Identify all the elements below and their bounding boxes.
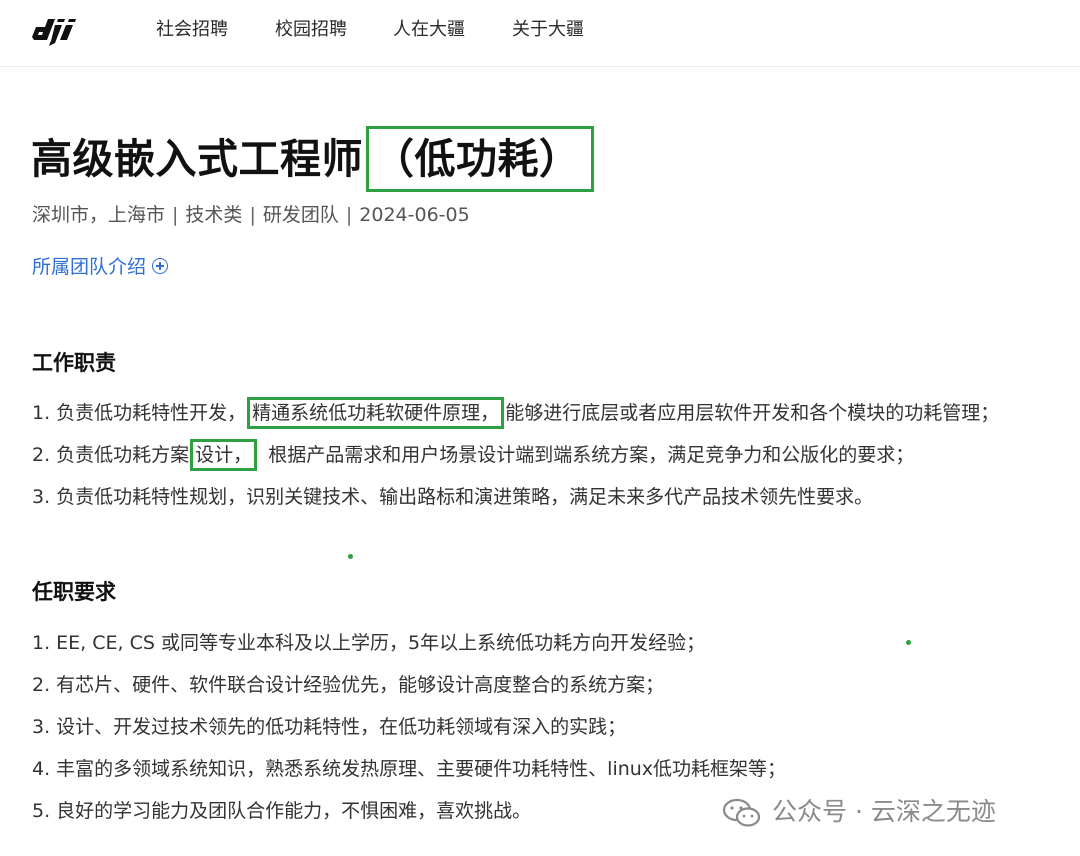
- meta-separator: |: [345, 204, 353, 226]
- meta-separator: |: [249, 204, 256, 226]
- job-team: 研发团队: [262, 204, 339, 226]
- responsibilities-heading: 工作职责: [32, 351, 116, 375]
- nav-life-at-dji[interactable]: 人在大疆: [393, 18, 465, 42]
- requirement-item: 4. 丰富的多领域系统知识，熟悉系统发热原理、主要硬件功耗特性、linux低功耗…: [32, 758, 787, 780]
- highlighted-phrase: 精通系统低功耗软硬件原理，: [247, 397, 505, 429]
- nav-social-recruit[interactable]: 社会招聘: [156, 18, 228, 42]
- item-text: 2. 负责低功耗方案: [32, 444, 190, 466]
- decorative-dot: [906, 640, 911, 645]
- responsibility-item: 2. 负责低功耗方案 设计， 根据产品需求和用户场景设计端到端系统方案，满足竞争力和…: [32, 439, 915, 471]
- responsibility-item: 3. 负责低功耗特性规划，识别关键技术、输出路标和演进策略，满足未来多代产品技术…: [32, 486, 874, 508]
- wechat-icon: [722, 798, 761, 827]
- watermark-text: 公众号 · 云深之无迹: [772, 797, 996, 826]
- job-title-main: 高级嵌入式工程师: [31, 135, 363, 183]
- requirements-heading: 任职要求: [32, 580, 116, 604]
- decorative-dot: [348, 554, 353, 559]
- nav-about-dji[interactable]: 关于大疆: [512, 18, 584, 42]
- top-nav: 社会招聘 校园招聘 人在大疆 关于大疆: [0, 0, 1080, 67]
- requirement-item: 1. EE, CE, CS 或同等专业本科及以上学历，5年以上系统低功耗方向开发…: [32, 632, 706, 654]
- requirement-item: 2. 有芯片、硬件、软件联合设计经验优先，能够设计高度整合的系统方案；: [32, 674, 665, 696]
- expand-plus-icon: [152, 258, 169, 274]
- team-intro-link[interactable]: 所属团队介绍: [32, 253, 169, 281]
- item-text: 根据产品需求和用户场景设计端到端系统方案，满足竞争力和公版化的要求；: [268, 444, 915, 466]
- highlighted-phrase: 设计，: [190, 439, 258, 471]
- item-text: 能够进行底层或者应用层软件开发和各个模块的功耗管理；: [505, 402, 1000, 424]
- responsibility-item: 1. 负责低功耗特性开发， 精通系统低功耗软硬件原理， 能够进行底层或者应用层软件开…: [32, 397, 1000, 429]
- job-meta: 深圳市，上海市 | 技术类 | 研发团队 | 2024-06-05: [32, 201, 470, 229]
- job-category: 技术类: [185, 204, 243, 226]
- requirement-item: 5. 良好的学习能力及团队合作能力，不惧困难，喜欢挑战。: [32, 800, 532, 822]
- requirement-item: 3. 设计、开发过技术领先的低功耗特性，在低功耗领域有深入的实践；: [32, 716, 627, 738]
- dji-logo[interactable]: [30, 13, 94, 47]
- team-intro-label: 所属团队介绍: [32, 256, 147, 278]
- meta-separator: |: [172, 204, 179, 226]
- job-location: 深圳市，上海市: [32, 204, 166, 226]
- nav-campus-recruit[interactable]: 校园招聘: [275, 18, 347, 42]
- job-title-highlight: （低功耗）: [366, 126, 594, 192]
- job-date: 2024-06-05: [359, 204, 470, 226]
- job-title: 高级嵌入式工程师 （低功耗）: [31, 126, 594, 192]
- item-text: 1. 负责低功耗特性开发，: [32, 402, 247, 424]
